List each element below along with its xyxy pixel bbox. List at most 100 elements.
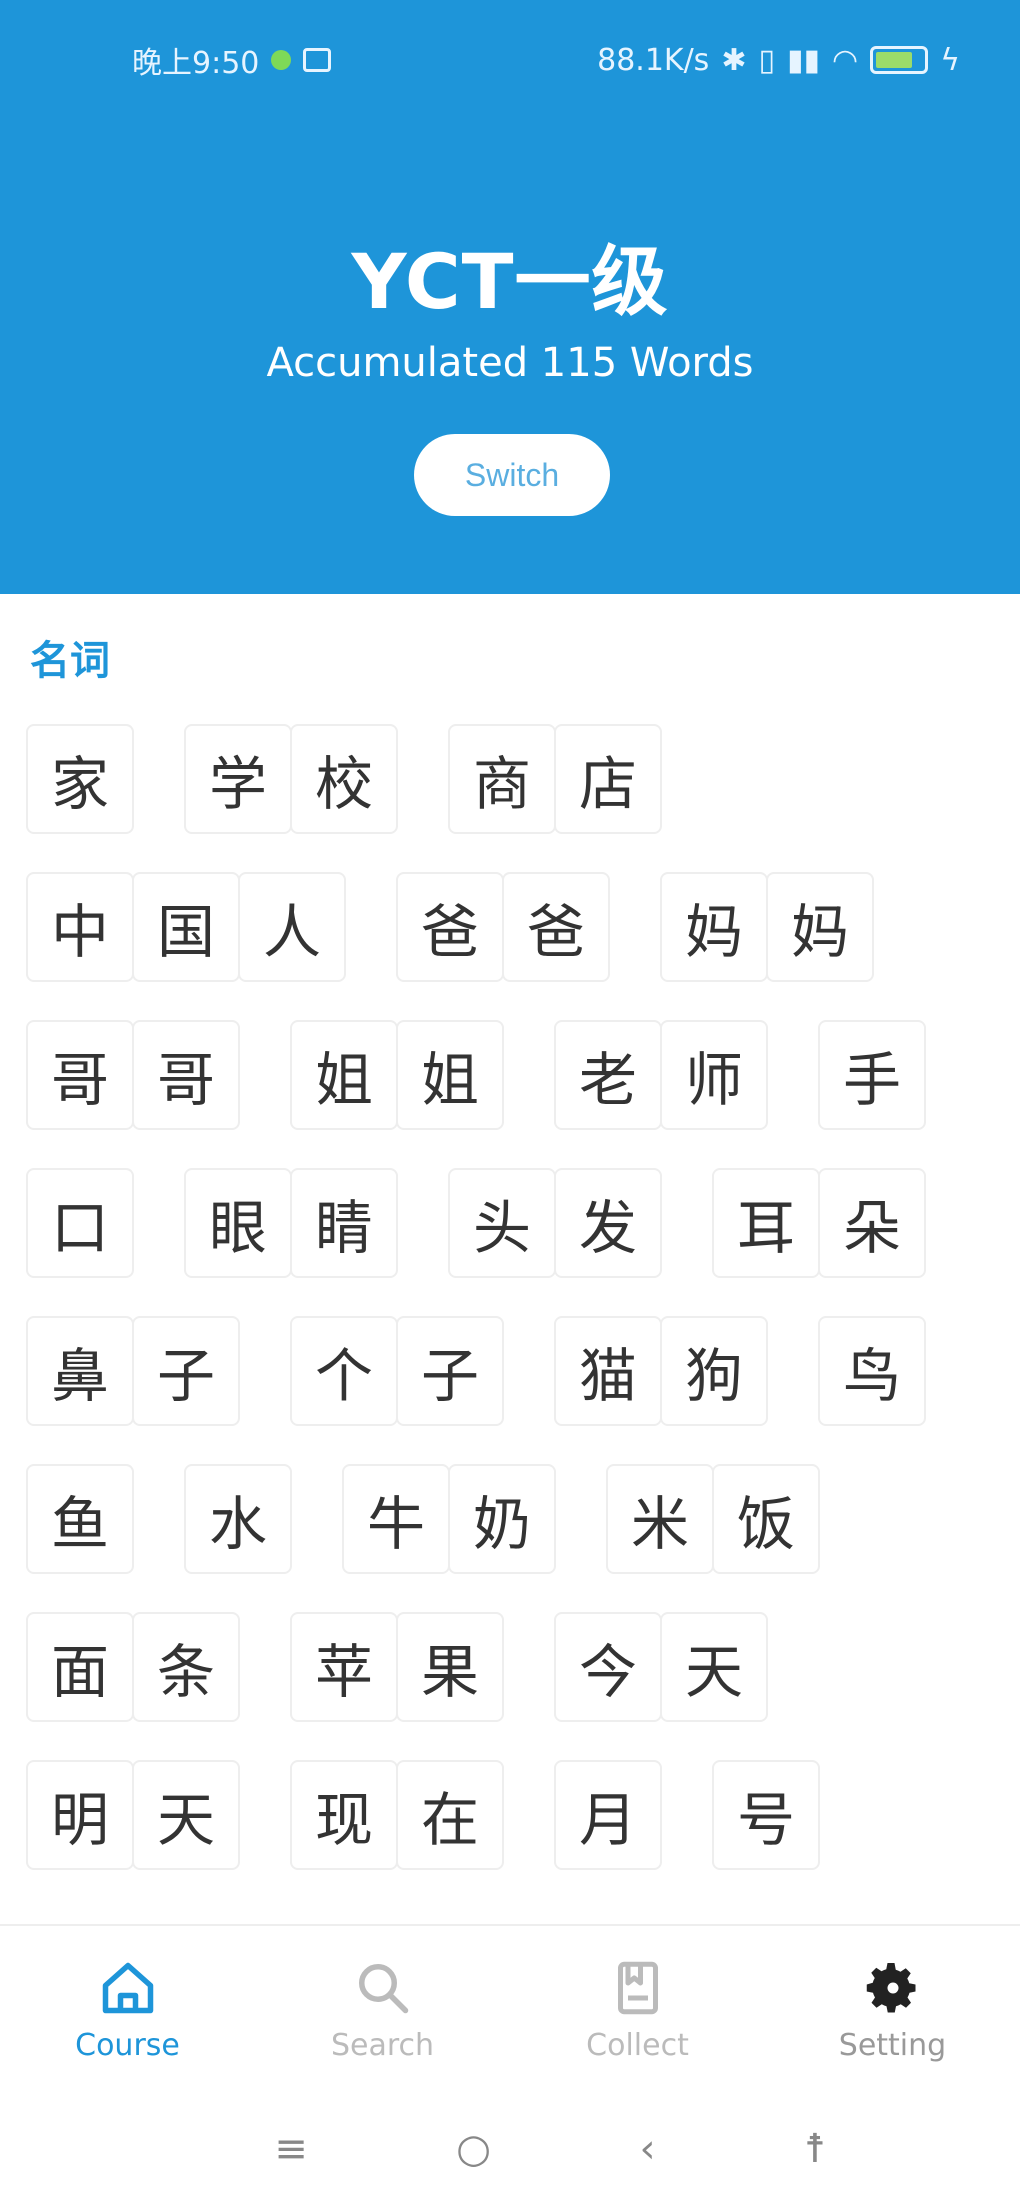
word-item[interactable]: 商店 [448, 724, 662, 834]
word-item[interactable]: 苹果 [290, 1612, 504, 1722]
word-grid: 家学校商店中国人爸爸妈妈哥哥姐姐老师手口眼睛头发耳朵鼻子个子猫狗鸟鱼水牛奶米饭面… [26, 724, 1006, 1870]
character-box: 人 [238, 872, 346, 982]
character-box: 商 [448, 724, 556, 834]
character-box: 国 [132, 872, 240, 982]
character-box: 饭 [712, 1464, 820, 1574]
word-count: Accumulated 115 Words [266, 340, 754, 386]
character-box: 姐 [396, 1020, 504, 1130]
character-box: 手 [818, 1020, 926, 1130]
tab-course[interactable]: Course [0, 1926, 255, 2094]
wifi-icon: ◠ [832, 42, 859, 78]
word-item[interactable]: 水 [184, 1464, 292, 1574]
home-icon [102, 1962, 153, 2013]
word-item[interactable]: 鱼 [26, 1464, 134, 1574]
word-item[interactable]: 眼睛 [184, 1168, 398, 1278]
tab-collect-label: Collect [586, 2027, 689, 2063]
bluetooth-icon: ✱ [721, 42, 747, 78]
character-box: 校 [290, 724, 398, 834]
word-item[interactable]: 牛奶 [342, 1464, 556, 1574]
character-box: 天 [660, 1612, 768, 1722]
word-item[interactable]: 中国人 [26, 872, 346, 982]
tab-setting[interactable]: Setting [765, 1926, 1020, 2094]
collect-icon [617, 1961, 658, 2014]
word-item[interactable]: 哥哥 [26, 1020, 240, 1130]
word-item[interactable]: 号 [712, 1760, 820, 1870]
word-item[interactable]: 家 [26, 724, 134, 834]
tab-course-label: Course [75, 2027, 180, 2063]
character-box: 鼻 [26, 1316, 134, 1426]
character-box: 现 [290, 1760, 398, 1870]
system-nav-bar: ≡ ○ ‹ ☨ [0, 2094, 1020, 2204]
accessibility-icon[interactable]: ☨ [804, 2126, 826, 2172]
character-box: 猫 [554, 1316, 662, 1426]
character-box: 鱼 [26, 1464, 134, 1574]
word-item[interactable]: 米饭 [606, 1464, 820, 1574]
section-title: 名词 [30, 638, 110, 684]
charging-icon: ϟ [940, 42, 960, 78]
character-box: 水 [184, 1464, 292, 1574]
character-box: 家 [26, 724, 134, 834]
character-box: 条 [132, 1612, 240, 1722]
search-icon [358, 1963, 408, 2013]
character-box: 发 [554, 1168, 662, 1278]
word-item[interactable]: 头发 [448, 1168, 662, 1278]
word-item[interactable]: 老师 [554, 1020, 768, 1130]
character-box: 月 [554, 1760, 662, 1870]
word-item[interactable]: 妈妈 [660, 872, 874, 982]
tab-search[interactable]: Search [255, 1926, 510, 2094]
character-box: 在 [396, 1760, 504, 1870]
tab-setting-label: Setting [838, 2027, 947, 2063]
character-box: 耳 [712, 1168, 820, 1278]
word-item[interactable]: 耳朵 [712, 1168, 926, 1278]
word-item[interactable]: 爸爸 [396, 872, 610, 982]
character-box: 爸 [502, 872, 610, 982]
character-box: 姐 [290, 1020, 398, 1130]
word-item[interactable]: 鸟 [818, 1316, 926, 1426]
character-box: 鸟 [818, 1316, 926, 1426]
tab-collect[interactable]: Collect [510, 1926, 765, 2094]
word-item[interactable]: 手 [818, 1020, 926, 1130]
word-item[interactable]: 鼻子 [26, 1316, 240, 1426]
word-item[interactable]: 月 [554, 1760, 662, 1870]
character-box: 号 [712, 1760, 820, 1870]
character-box: 哥 [132, 1020, 240, 1130]
character-box: 个 [290, 1316, 398, 1426]
vibrate-icon: ▯ [758, 42, 775, 78]
character-box: 狗 [660, 1316, 768, 1426]
home-circle-icon[interactable]: ○ [456, 2126, 491, 2172]
character-box: 果 [396, 1612, 504, 1722]
character-box: 苹 [290, 1612, 398, 1722]
status-bar: 晚上9:50 88.1K/s ✱ ▯ ▮▮ ◠ ϟ [0, 0, 1020, 120]
word-item[interactable]: 面条 [26, 1612, 240, 1722]
switch-button[interactable]: Switch [414, 434, 610, 516]
character-box: 妈 [660, 872, 768, 982]
character-box: 牛 [342, 1464, 450, 1574]
character-box: 明 [26, 1760, 134, 1870]
character-box: 今 [554, 1612, 662, 1722]
status-time: 晚上9:50 [132, 46, 260, 81]
word-item[interactable]: 姐姐 [290, 1020, 504, 1130]
character-box: 子 [396, 1316, 504, 1426]
character-box: 头 [448, 1168, 556, 1278]
back-icon[interactable]: ‹ [640, 2126, 656, 2172]
notification-icon [271, 50, 292, 70]
character-box: 眼 [184, 1168, 292, 1278]
network-speed: 88.1K/s [597, 42, 710, 78]
menu-icon[interactable]: ≡ [274, 2126, 308, 2172]
character-box: 睛 [290, 1168, 398, 1278]
character-box: 哥 [26, 1020, 134, 1130]
word-item[interactable]: 今天 [554, 1612, 768, 1722]
character-box: 妈 [766, 872, 874, 982]
word-item[interactable]: 现在 [290, 1760, 504, 1870]
word-item[interactable]: 口 [26, 1168, 134, 1278]
character-box: 店 [554, 724, 662, 834]
word-item[interactable]: 学校 [184, 724, 398, 834]
character-box: 天 [132, 1760, 240, 1870]
character-box: 师 [660, 1020, 768, 1130]
word-item[interactable]: 明天 [26, 1760, 240, 1870]
battery-icon [870, 46, 929, 74]
word-list: 名词 家学校商店中国人爸爸妈妈哥哥姐姐老师手口眼睛头发耳朵鼻子个子猫狗鸟鱼水牛奶… [0, 594, 1020, 1924]
character-box: 子 [132, 1316, 240, 1426]
word-item[interactable]: 猫狗 [554, 1316, 768, 1426]
word-item[interactable]: 个子 [290, 1316, 504, 1426]
